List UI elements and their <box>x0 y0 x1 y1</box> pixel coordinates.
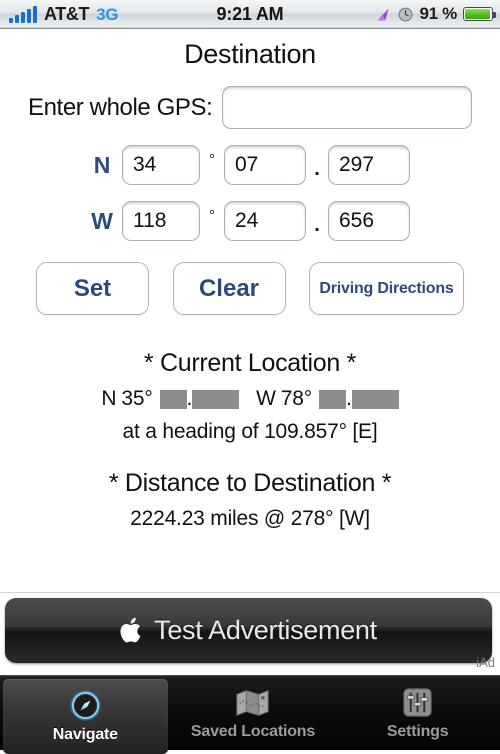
current-heading-line: at a heading of 109.857° [E] <box>122 420 378 443</box>
distance-heading: * Distance to Destination * <box>108 469 392 497</box>
battery-icon <box>463 7 496 21</box>
current-lon-minutes-redaction <box>318 389 346 409</box>
whole-gps-input[interactable] <box>222 86 472 129</box>
status-bar-right: 91 % <box>375 4 496 24</box>
whole-gps-label: Enter whole GPS: <box>28 93 213 121</box>
latitude-minutes-input[interactable]: 07 <box>224 145 306 185</box>
apple-logo-icon <box>120 617 141 643</box>
current-lon-hemisphere: W <box>256 387 276 410</box>
iad-network-label: iAd <box>476 655 495 670</box>
action-button-row: Set Clear Driving Directions <box>0 262 500 315</box>
whole-gps-row: Enter whole GPS: <box>0 86 500 129</box>
location-arrow-icon <box>377 8 390 20</box>
tab-navigate[interactable]: Navigate <box>3 679 168 754</box>
current-lon-degrees: 78° <box>280 387 312 410</box>
latitude-fraction-input[interactable]: 297 <box>328 145 410 185</box>
clear-button[interactable]: Clear <box>172 262 286 315</box>
latitude-decimal-point: . <box>314 158 320 180</box>
longitude-decimal-point: . <box>314 214 320 236</box>
driving-directions-button[interactable]: Driving Directions <box>309 262 464 315</box>
tab-settings[interactable]: Settings <box>335 676 500 751</box>
tab-bar: Navigate Saved Locations Settings <box>0 675 500 754</box>
latitude-hemisphere-label: N <box>93 151 111 178</box>
latitude-row: N 34 ° 07 . 297 <box>0 145 500 185</box>
sliders-icon <box>402 686 433 719</box>
longitude-minutes-input[interactable]: 24 <box>224 201 306 241</box>
latitude-degrees-input[interactable]: 34 <box>122 145 200 185</box>
current-lat-hemisphere: N <box>101 387 117 410</box>
ad-container: Test Advertisement iAd <box>0 592 500 675</box>
page-title: Destination <box>184 39 316 69</box>
ad-banner[interactable]: Test Advertisement <box>5 598 492 663</box>
current-lat-degrees: 35° <box>121 387 153 410</box>
current-location-heading: * Current Location * <box>143 349 357 377</box>
tab-settings-label: Settings <box>386 723 449 740</box>
longitude-row: W 118 ° 24 . 656 <box>0 201 500 241</box>
current-lat-fraction-redaction <box>192 389 240 409</box>
distance-value-line: 2224.23 miles @ 278° [W] <box>130 507 370 530</box>
longitude-degrees-input[interactable]: 118 <box>122 201 200 241</box>
current-lon-fraction-redaction <box>351 389 399 409</box>
compass-icon <box>69 689 102 722</box>
tab-saved-locations[interactable]: Saved Locations <box>171 676 336 751</box>
longitude-fraction-input[interactable]: 656 <box>328 201 410 241</box>
longitude-hemisphere-label: W <box>91 207 113 234</box>
battery-percent-label: 91 % <box>419 4 457 23</box>
clock-icon <box>399 7 413 21</box>
longitude-degree-symbol: ° <box>209 207 215 224</box>
status-bar: AT&T 3G 9:21 AM 91 % <box>0 0 500 29</box>
current-lat-minutes-redaction <box>159 389 187 409</box>
tab-saved-locations-label: Saved Locations <box>190 723 316 740</box>
tab-navigate-label: Navigate <box>52 726 118 743</box>
ad-divider <box>0 592 500 593</box>
latitude-degree-symbol: ° <box>209 151 215 168</box>
main-content: Destination Enter whole GPS: N 34 ° 07 .… <box>0 29 500 592</box>
ad-text: Test Advertisement <box>154 615 377 645</box>
set-button[interactable]: Set <box>36 262 149 315</box>
current-location-coordinates: N 35° . W 78° . <box>0 387 500 411</box>
folded-map-icon <box>235 686 271 719</box>
